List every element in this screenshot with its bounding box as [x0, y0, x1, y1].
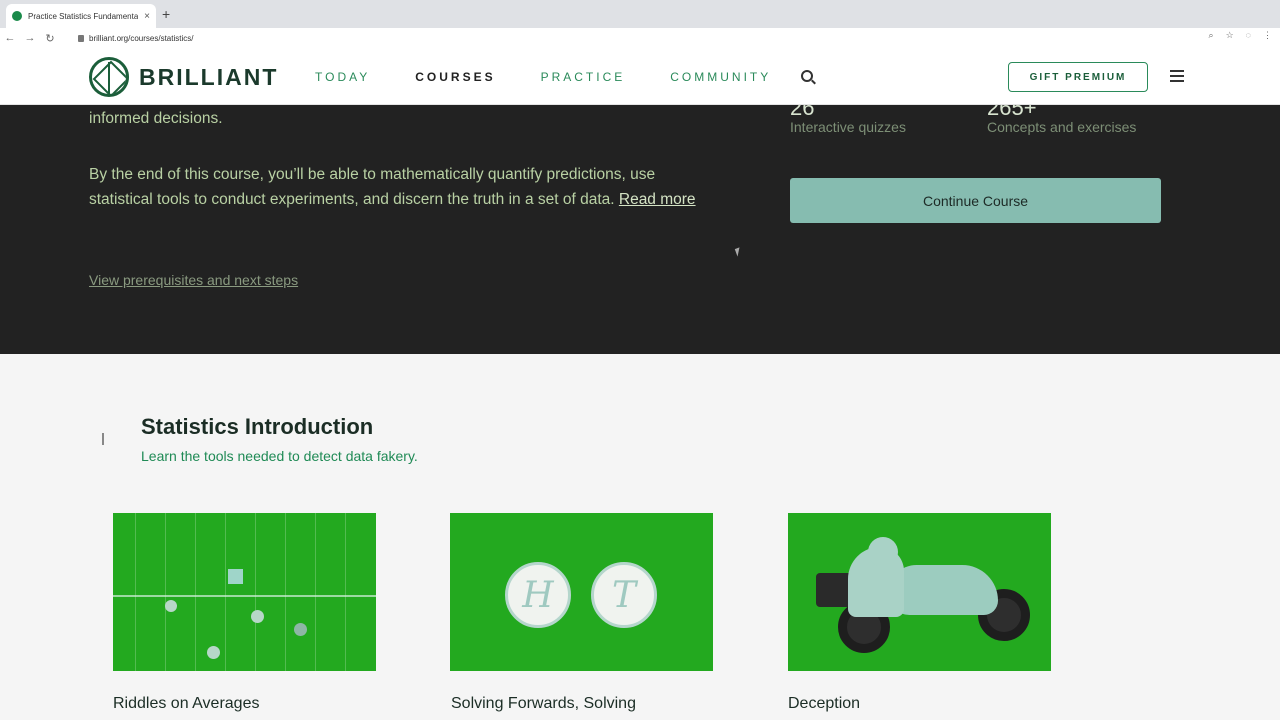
browser-toolbar: ← → ↻ brilliant.org/courses/statistics/ … — [0, 28, 1280, 48]
rider-helmet — [868, 537, 898, 567]
close-tab-icon[interactable]: × — [144, 11, 150, 22]
hero-paragraph: By the end of this course, you’ll be abl… — [89, 166, 656, 208]
card-title-solving-forwards[interactable]: Solving Forwards, Solving — [451, 695, 636, 713]
card-solving-forwards[interactable]: H T — [450, 513, 713, 671]
motorcycle-body — [888, 565, 998, 615]
stat-concepts-label: Concepts and exercises — [987, 119, 1137, 135]
new-tab-button[interactable]: + — [162, 6, 170, 22]
nav-community[interactable]: COMMUNITY — [670, 70, 771, 84]
data-point — [165, 600, 177, 612]
lock-icon — [78, 34, 84, 42]
chapter-subtitle: Learn the tools needed to detect data fa… — [141, 448, 418, 464]
bookmark-star-icon[interactable]: ☆ — [1226, 30, 1234, 41]
read-more-link[interactable]: Read more — [619, 191, 696, 208]
data-point — [294, 623, 307, 636]
mouse-cursor-icon — [734, 247, 743, 257]
hamburger-menu-icon[interactable] — [1170, 70, 1184, 82]
brilliant-logo[interactable]: BRILLIANT — [89, 57, 278, 97]
extension-icon[interactable]: ◌ — [1246, 30, 1251, 41]
data-point — [207, 646, 220, 659]
zoom-icon[interactable]: ⌕ — [1209, 30, 1214, 41]
card-title-riddles[interactable]: Riddles on Averages — [113, 695, 259, 713]
hero-intro-tail: informed decisions. — [89, 110, 223, 127]
data-point — [251, 610, 264, 623]
chapter-marker — [102, 433, 104, 445]
course-hero: informed decisions. By the end of this c… — [0, 95, 1280, 354]
prerequisites-link[interactable]: View prerequisites and next steps — [89, 272, 298, 288]
chapter-title: Statistics Introduction — [141, 414, 374, 439]
hero-description: By the end of this course, you’ll be abl… — [89, 163, 719, 212]
logo-mark-icon — [89, 57, 129, 97]
nav-practice[interactable]: PRACTICE — [541, 70, 626, 84]
nav-courses[interactable]: COURSES — [415, 70, 495, 84]
average-marker-square — [228, 569, 243, 584]
browser-menu-icon[interactable]: ⋮ — [1263, 30, 1272, 41]
card-deception[interactable] — [788, 513, 1051, 671]
number-line — [113, 595, 376, 597]
url-text: brilliant.org/courses/statistics/ — [89, 33, 194, 43]
coin-heads-icon: H — [505, 562, 571, 628]
back-arrow-icon[interactable]: ← — [0, 32, 20, 44]
browser-tab-bar: Practice Statistics Fundamenta × + — [0, 0, 1280, 28]
logo-text: BRILLIANT — [139, 63, 279, 90]
coin-tails-icon: T — [591, 562, 657, 628]
gift-premium-button[interactable]: GIFT PREMIUM — [1008, 62, 1148, 92]
browser-tab[interactable]: Practice Statistics Fundamenta × — [6, 4, 156, 28]
main-nav: TODAY COURSES PRACTICE COMMUNITY — [315, 70, 771, 84]
stat-quizzes-label: Interactive quizzes — [790, 119, 906, 135]
address-bar[interactable]: brilliant.org/courses/statistics/ — [78, 30, 193, 46]
tab-title: Practice Statistics Fundamenta — [28, 11, 139, 21]
card-title-deception[interactable]: Deception — [788, 695, 860, 713]
reload-icon[interactable]: ↻ — [40, 32, 60, 45]
continue-course-button[interactable]: Continue Course — [790, 178, 1161, 223]
brilliant-favicon-icon — [12, 11, 22, 21]
card-riddles-on-averages[interactable] — [113, 513, 376, 671]
site-header: BRILLIANT TODAY COURSES PRACTICE COMMUNI… — [0, 48, 1280, 105]
search-icon[interactable] — [801, 70, 813, 82]
nav-today[interactable]: TODAY — [315, 70, 370, 84]
forward-arrow-icon[interactable]: → — [20, 32, 40, 44]
